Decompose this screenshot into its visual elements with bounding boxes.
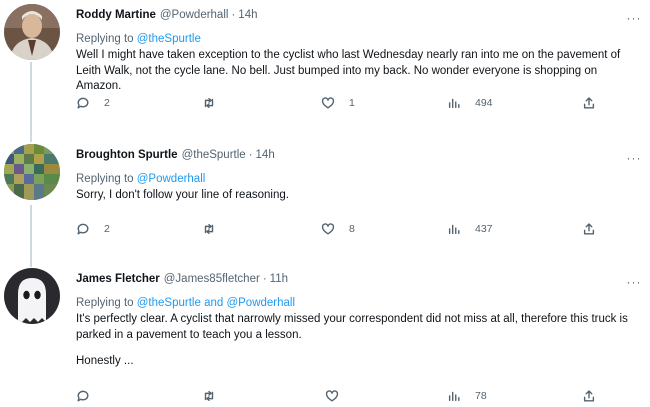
- avatar[interactable]: [4, 144, 60, 200]
- tweet-header: Broughton Spurtle @theSpurtle · 14h: [76, 148, 275, 162]
- mention-link[interactable]: @theSpurtle: [137, 33, 201, 45]
- views-icon: [448, 391, 460, 402]
- like-button[interactable]: 8: [321, 221, 355, 237]
- more-options-icon[interactable]: ···: [626, 276, 642, 288]
- reply-count: 2: [104, 97, 110, 109]
- user-handle[interactable]: @James85fletcher: [164, 273, 260, 285]
- more-options-icon[interactable]: ···: [626, 12, 642, 24]
- action-bar: 2 8 437: [76, 221, 606, 237]
- avatar[interactable]: [4, 268, 60, 324]
- like-button[interactable]: 1: [321, 95, 355, 111]
- reply-icon: [77, 97, 89, 109]
- separator-dot: ·: [248, 149, 253, 161]
- replying-to: Replying to @theSpurtle and @Powderhall: [76, 296, 295, 310]
- views-count: 437: [475, 223, 493, 235]
- like-button[interactable]: [325, 388, 339, 404]
- reply-count: 2: [104, 223, 110, 235]
- tweet-header: James Fletcher @James85fletcher · 11h: [76, 272, 288, 286]
- timestamp[interactable]: 14h: [256, 149, 275, 161]
- retweet-button[interactable]: [202, 95, 216, 111]
- display-name[interactable]: James Fletcher: [76, 273, 160, 285]
- replying-to: Replying to @theSpurtle: [76, 32, 201, 46]
- share-icon: [583, 390, 595, 402]
- tweet-text: Sorry, I don't follow your line of reaso…: [76, 189, 289, 201]
- tweet[interactable]: James Fletcher @James85fletcher · 11h ··· R…: [0, 264, 650, 407]
- tweet-header: Roddy Martine @Powderhall · 14h: [76, 8, 257, 22]
- tweet[interactable]: Roddy Martine @Powderhall · 14h ··· Replyin…: [0, 0, 650, 130]
- tweet-text: It's perfectly clear. A cyclist that nar…: [76, 313, 628, 341]
- separator-dot: ·: [262, 273, 267, 285]
- reply-icon: [77, 390, 89, 402]
- mention-link[interactable]: @Powderhall: [137, 173, 206, 185]
- reply-button[interactable]: 2: [76, 221, 110, 237]
- separator-dot: ·: [231, 9, 236, 21]
- views-icon: [448, 98, 460, 109]
- retweet-button[interactable]: [202, 388, 216, 404]
- like-icon: [321, 223, 335, 235]
- reply-icon: [77, 223, 89, 235]
- share-icon: [583, 223, 595, 235]
- tweet[interactable]: Broughton Spurtle @theSpurtle · 14h ··· Rep…: [0, 140, 650, 260]
- retweet-icon: [204, 97, 214, 109]
- views-button[interactable]: 78: [447, 388, 487, 404]
- retweet-icon: [204, 223, 214, 235]
- reply-button[interactable]: 2: [76, 95, 110, 111]
- display-name[interactable]: Roddy Martine: [76, 9, 156, 21]
- tweet-text-paragraph: Honestly ...: [76, 355, 134, 367]
- share-button[interactable]: [582, 388, 596, 404]
- tweet-text: Well I might have taken exception to the…: [76, 49, 621, 92]
- share-button[interactable]: [582, 95, 596, 111]
- replying-to-label: Replying to: [76, 173, 134, 185]
- views-count: 78: [475, 390, 487, 402]
- avatar[interactable]: [4, 4, 60, 60]
- timestamp[interactable]: 14h: [238, 9, 257, 21]
- like-icon: [325, 390, 339, 402]
- views-icon: [448, 224, 460, 235]
- replying-to: Replying to @Powderhall: [76, 172, 205, 186]
- retweet-icon: [204, 390, 214, 402]
- timestamp[interactable]: 11h: [270, 273, 288, 285]
- like-icon: [321, 97, 335, 109]
- share-icon: [583, 97, 595, 109]
- views-button[interactable]: 494: [447, 95, 493, 111]
- mention-link[interactable]: @theSpurtle: [137, 297, 201, 309]
- views-count: 494: [475, 97, 493, 109]
- replying-to-label: Replying to: [76, 297, 134, 309]
- reply-button[interactable]: [76, 388, 90, 404]
- user-handle[interactable]: @theSpurtle: [182, 149, 246, 161]
- mention-conjunction: and: [204, 297, 224, 309]
- display-name[interactable]: Broughton Spurtle: [76, 149, 178, 161]
- action-bar: 2 1 494: [76, 95, 606, 111]
- like-count: 1: [349, 97, 355, 109]
- mention-link[interactable]: @Powderhall: [226, 297, 295, 309]
- share-button[interactable]: [582, 221, 596, 237]
- action-bar: 78: [76, 388, 606, 404]
- more-options-icon[interactable]: ···: [626, 152, 642, 164]
- user-handle[interactable]: @Powderhall: [160, 9, 229, 21]
- like-count: 8: [349, 223, 355, 235]
- replying-to-label: Replying to: [76, 33, 134, 45]
- views-button[interactable]: 437: [447, 221, 493, 237]
- retweet-button[interactable]: [202, 221, 216, 237]
